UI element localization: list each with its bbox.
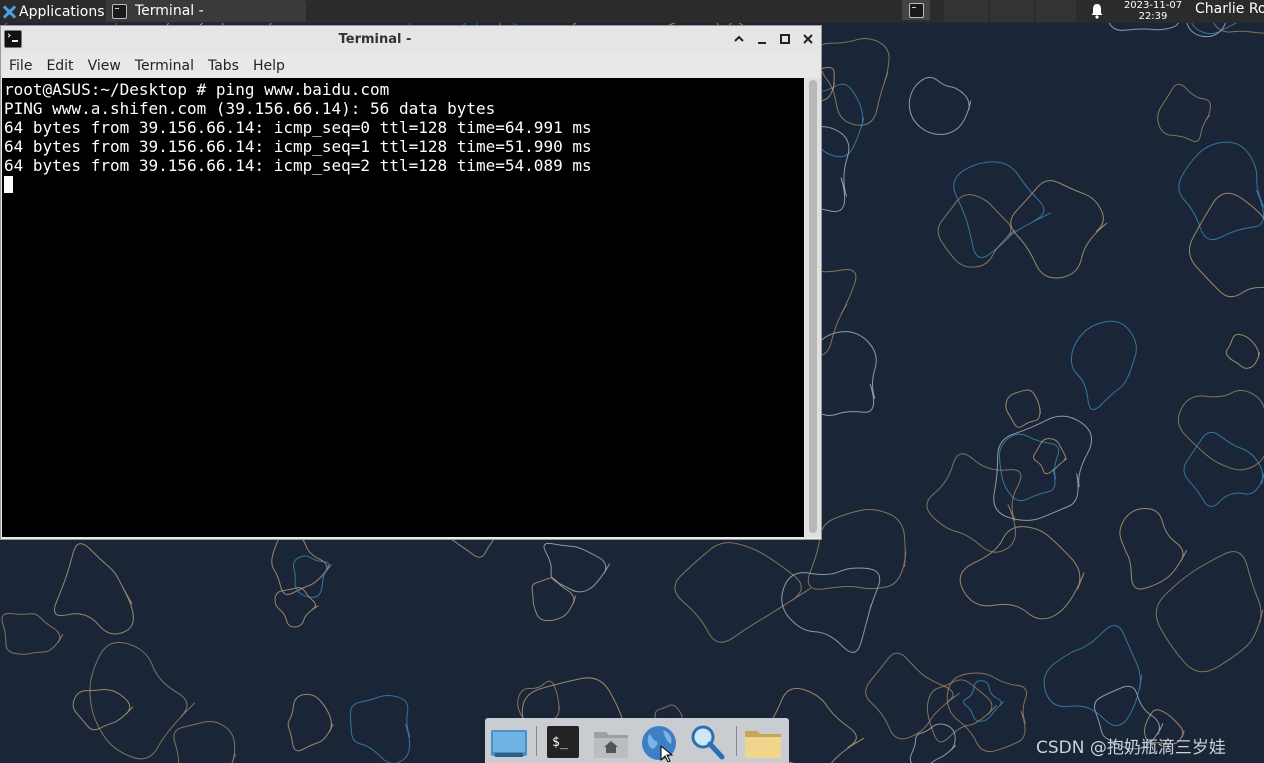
wallpaper-contour [807, 509, 907, 590]
menu-edit[interactable]: Edit [38, 58, 79, 74]
wallpaper-contour [1178, 141, 1264, 241]
wallpaper-contour [1005, 389, 1041, 428]
wallpaper-contour [1119, 507, 1188, 590]
wallpaper-contour [543, 542, 611, 593]
menu-tabs[interactable]: Tabs [200, 58, 245, 74]
show-desktop-icon [491, 730, 527, 757]
close-icon [803, 34, 813, 44]
taskbar-item-terminal[interactable]: Terminal - [106, 0, 306, 22]
window-titlebar[interactable]: Terminal - [1, 26, 821, 54]
wallpaper-contour [173, 720, 236, 763]
dock-terminal[interactable]: $_ [543, 722, 583, 762]
wallpaper-contour [1183, 431, 1264, 508]
wallpaper-contour [89, 641, 196, 760]
terminal-output[interactable]: root@ASUS:~/Desktop # ping www.baidu.com… [2, 78, 804, 537]
dock-app-finder[interactable] [687, 722, 727, 762]
wallpaper-contour [1157, 83, 1211, 142]
web-browser-icon [642, 726, 676, 763]
text-cursor [4, 176, 13, 193]
dock-web-browser[interactable] [639, 722, 679, 763]
applications-label: Applications [19, 3, 105, 20]
terminal-line: 64 bytes from 39.156.66.14: icmp_seq=2 t… [4, 156, 592, 175]
wallpaper-contour [1070, 320, 1137, 410]
wallpaper-contour [1155, 551, 1264, 673]
wallpaper-contour [1225, 333, 1261, 369]
dock-separator [736, 726, 737, 756]
terminal-line: 64 bytes from 39.156.66.14: icmp_seq=1 t… [4, 137, 592, 156]
dock-separator [536, 726, 537, 756]
menu-view[interactable]: View [80, 58, 127, 74]
wallpaper-contour [274, 587, 319, 628]
wallpaper-contour [72, 688, 134, 731]
dock-home-folder[interactable] [591, 722, 631, 762]
close-button[interactable] [799, 30, 817, 48]
clock-time: 22:39 [1138, 11, 1168, 22]
wallpaper-contour [349, 695, 411, 763]
terminal-line: 64 bytes from 39.156.66.14: icmp_seq=0 t… [4, 118, 592, 137]
terminal-icon [112, 3, 127, 19]
search-icon [691, 725, 725, 760]
top-panel: Applications ⠇ Terminal - 2023-11-07 22:… [0, 0, 1264, 23]
menu-terminal[interactable]: Terminal [127, 58, 200, 74]
wallpaper-contour [1043, 625, 1143, 727]
terminal-scrollbar[interactable] [805, 78, 821, 537]
terminal-line: root@ASUS:~/Desktop # ping www.baidu.com [4, 80, 390, 99]
wallpaper-contour [946, 672, 1027, 753]
maximize-button[interactable] [776, 30, 794, 48]
wallpaper-contour [53, 543, 134, 635]
svg-text:$_: $_ [552, 735, 568, 750]
dock-show-desktop[interactable] [489, 722, 529, 762]
dock: $_ [485, 718, 789, 763]
notification-bell-icon[interactable] [1090, 3, 1104, 19]
wallpaper-contour [909, 723, 957, 763]
clock-date: 2023-11-07 [1123, 0, 1183, 11]
taskbar-item-label: Terminal - [135, 3, 204, 19]
menu-bar: File Edit View Terminal Tabs Help [1, 54, 821, 78]
workspace-2[interactable] [990, 0, 1034, 22]
wallpaper-contour [926, 453, 1022, 553]
window-title: Terminal - [338, 32, 412, 47]
chevron-up-icon [734, 35, 744, 42]
terminal-line: PING www.a.shifen.com (39.156.66.14): 56… [4, 99, 496, 118]
minimize-icon [758, 42, 766, 44]
xfce-logo-icon [2, 5, 16, 19]
wallpaper-contour [865, 652, 960, 740]
wallpaper-contour [908, 76, 972, 135]
wallpaper-contour [293, 555, 330, 598]
minimize-button[interactable] [753, 30, 771, 48]
watermark-text: CSDN @抱奶瓶滴三岁娃 [1036, 738, 1226, 758]
tray-terminal-button[interactable] [902, 0, 930, 20]
home-folder-icon [594, 732, 628, 758]
clock[interactable]: 2023-11-07 22:39 [1116, 0, 1190, 22]
wallpaper-contour [1188, 192, 1264, 298]
wallpaper-contour [962, 680, 1005, 722]
wallpaper-contour [531, 577, 577, 622]
wallpaper-contour [959, 526, 1085, 620]
folder-icon [745, 731, 781, 758]
wallpaper-contour [937, 194, 1016, 268]
wallpaper-contour [953, 161, 1052, 258]
wallpaper-contour [287, 693, 334, 752]
workspace-1[interactable] [944, 0, 988, 22]
workspace-3[interactable] [1036, 0, 1076, 22]
terminal-window: Terminal - File Edit View Terminal Tabs … [0, 25, 822, 540]
wallpaper-contour [1, 612, 64, 655]
maximize-icon [780, 34, 790, 44]
shade-button[interactable] [730, 30, 748, 48]
scrollbar-thumb[interactable] [809, 80, 817, 533]
wallpaper-contour [816, 37, 890, 126]
terminal-icon [908, 2, 924, 18]
menu-help[interactable]: Help [245, 58, 291, 74]
applications-menu-button[interactable]: Applications ⠇ [0, 0, 122, 23]
wallpaper-contour [781, 567, 881, 653]
dock-file-manager[interactable] [743, 722, 783, 762]
wallpaper-contour [1177, 390, 1264, 471]
wallpaper-contour [1010, 180, 1108, 279]
wallpaper-contour [998, 433, 1060, 502]
wallpaper-contour [674, 542, 811, 643]
menu-file[interactable]: File [1, 58, 38, 74]
terminal-icon: $_ [547, 726, 579, 758]
user-menu[interactable]: Charlie Ro [1195, 1, 1264, 17]
